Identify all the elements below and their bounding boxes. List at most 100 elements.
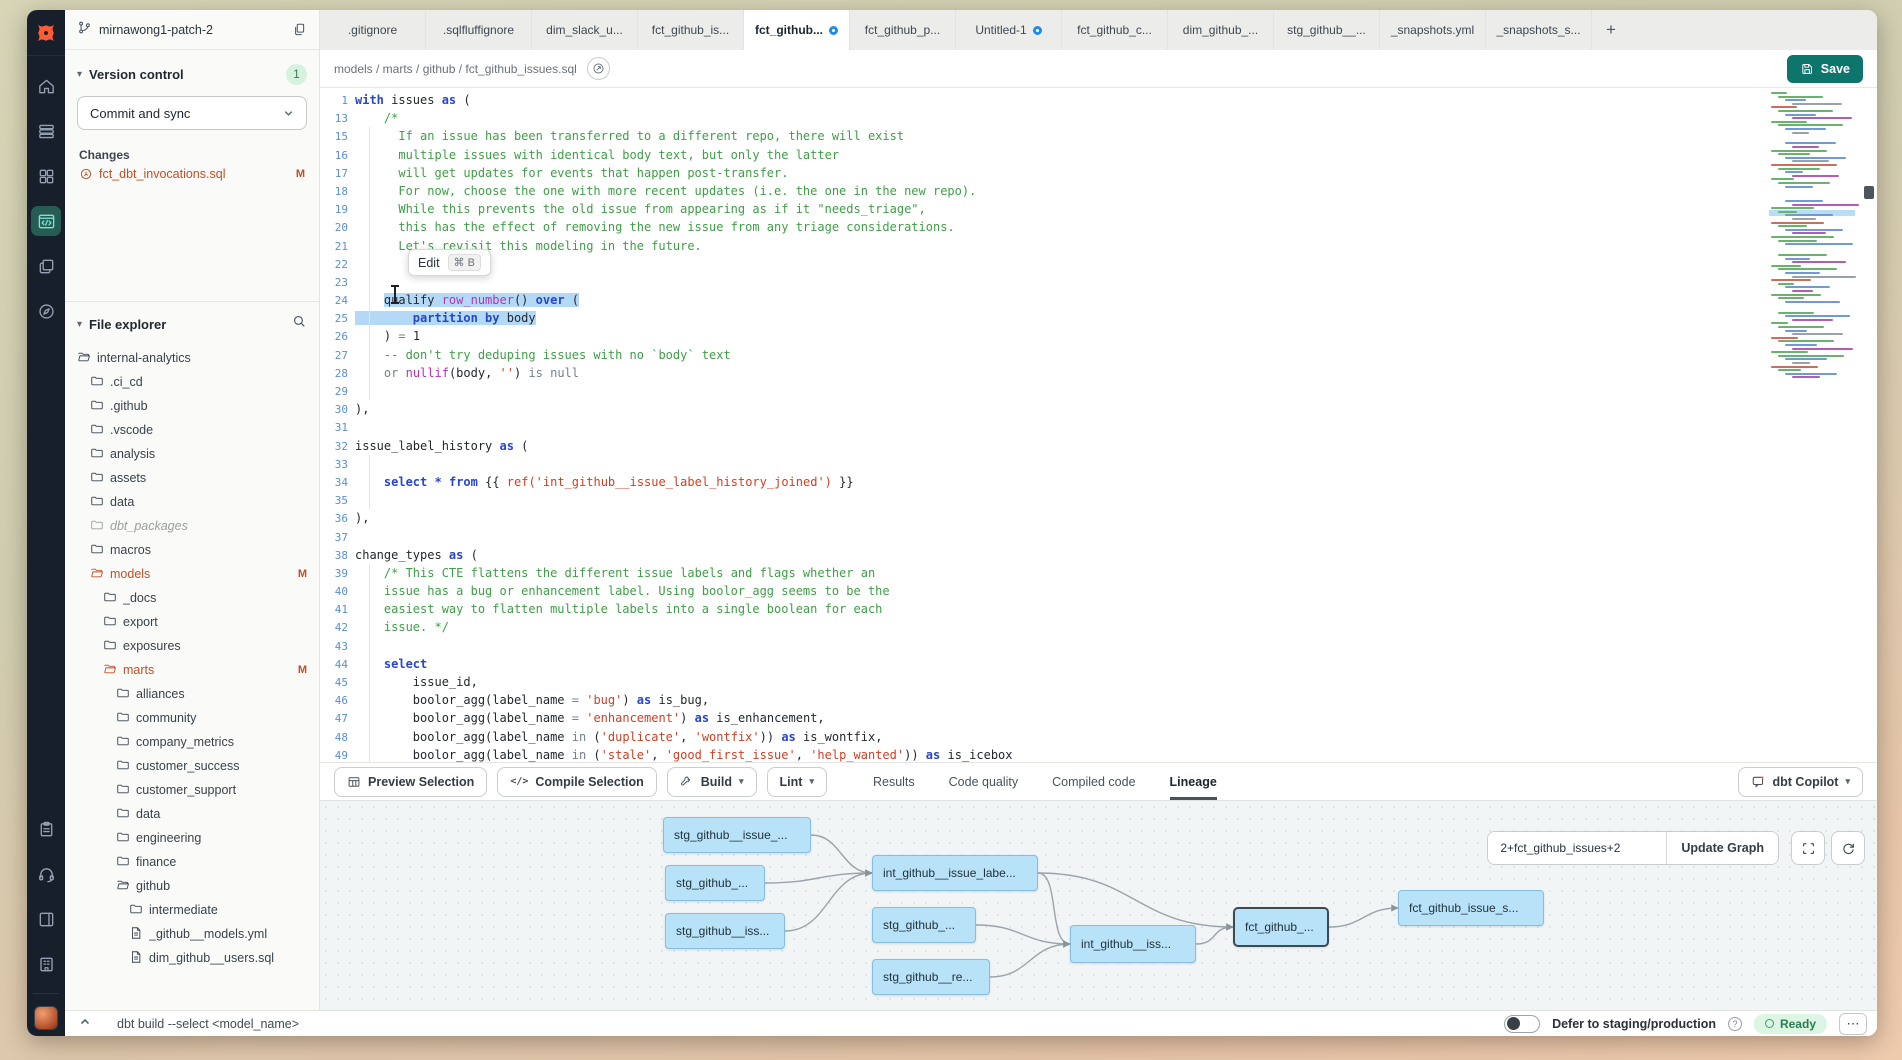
commit-and-sync-button[interactable]: Commit and sync bbox=[77, 96, 307, 130]
tree-item-company-metrics[interactable]: company_metrics bbox=[65, 730, 319, 754]
code-token: select bbox=[384, 657, 427, 671]
tree-item-exposures[interactable]: exposures bbox=[65, 634, 319, 658]
indent-guide bbox=[369, 255, 370, 273]
minimap-line bbox=[1771, 92, 1787, 94]
tree-item-community[interactable]: community bbox=[65, 706, 319, 730]
tab-fct-github[interactable]: fct_github... bbox=[744, 10, 850, 50]
code-token: partition by bbox=[413, 311, 500, 325]
chevron-down-icon: ▾ bbox=[739, 776, 744, 787]
scrollbar-thumb[interactable] bbox=[1864, 186, 1874, 199]
fullscreen-icon[interactable] bbox=[1791, 831, 1825, 865]
view-lineage-icon[interactable] bbox=[587, 57, 610, 80]
tree-item-docs[interactable]: _docs bbox=[65, 586, 319, 610]
dbt-copilot-button[interactable]: dbt Copilot ▾ bbox=[1738, 767, 1863, 797]
tab-snapshots-s[interactable]: _snapshots_s... bbox=[1486, 10, 1592, 50]
result-tab-code-quality[interactable]: Code quality bbox=[949, 763, 1019, 800]
support-icon[interactable] bbox=[31, 859, 61, 889]
minimap-line bbox=[1792, 290, 1813, 292]
tree-item-marts[interactable]: martsM bbox=[65, 658, 319, 682]
explore-icon[interactable] bbox=[31, 296, 61, 326]
lineage-filter-input[interactable] bbox=[1488, 832, 1666, 864]
file-explorer-header[interactable]: ▾ File explorer bbox=[65, 314, 319, 334]
result-tab-lineage[interactable]: Lineage bbox=[1170, 763, 1217, 800]
notes-icon[interactable] bbox=[31, 814, 61, 844]
tree-item-engineering[interactable]: engineering bbox=[65, 826, 319, 850]
lineage-node-int-github-iss[interactable]: int_github__iss... bbox=[1070, 925, 1196, 963]
home-icon[interactable] bbox=[31, 71, 61, 101]
tree-item-vscode[interactable]: .vscode bbox=[65, 418, 319, 442]
tab-gitignore[interactable]: .gitignore bbox=[320, 10, 426, 50]
save-button[interactable]: Save bbox=[1787, 55, 1863, 83]
lineage-node-stg-github-iss[interactable]: stg_github__iss... bbox=[665, 913, 785, 949]
lineage-node-stg-github[interactable]: stg_github_... bbox=[665, 865, 765, 901]
changed-file-row[interactable]: fct_dbt_invocations.sql M bbox=[65, 162, 319, 181]
lineage-panel[interactable]: stg_github__issue_... stg_github_... stg_g… bbox=[320, 800, 1877, 1010]
tree-item-alliances[interactable]: alliances bbox=[65, 682, 319, 706]
tree-item-analysis[interactable]: analysis bbox=[65, 442, 319, 466]
tab-snapshots-yml[interactable]: _snapshots.yml bbox=[1380, 10, 1486, 50]
tree-item-data[interactable]: data bbox=[65, 490, 319, 514]
environments-icon[interactable] bbox=[31, 116, 61, 146]
user-avatar[interactable] bbox=[34, 1006, 58, 1030]
tree-item-customer-support[interactable]: customer_support bbox=[65, 778, 319, 802]
tab-dim-github[interactable]: dim_github_... bbox=[1168, 10, 1274, 50]
apps-grid-icon[interactable] bbox=[31, 161, 61, 191]
command-input[interactable]: dbt build --select <model_name> bbox=[117, 1017, 1492, 1031]
code-editor[interactable]: 1with issues as (13 /*15 If an issue has… bbox=[320, 88, 1877, 762]
tab-dim-slack-u[interactable]: dim_slack_u... bbox=[532, 10, 638, 50]
lineage-node-int-github-issue-labe[interactable]: int_github__issue_labe... bbox=[872, 855, 1038, 891]
update-graph-button[interactable]: Update Graph bbox=[1666, 832, 1778, 864]
refresh-icon[interactable] bbox=[1831, 831, 1865, 865]
lineage-node-stg-github[interactable]: stg_github_... bbox=[872, 907, 976, 943]
tree-item-macros[interactable]: macros bbox=[65, 538, 319, 562]
tab-sqlfluffignore[interactable]: .sqlfluffignore bbox=[426, 10, 532, 50]
tree-item-github[interactable]: .github bbox=[65, 394, 319, 418]
defer-toggle[interactable] bbox=[1504, 1015, 1540, 1033]
edit-popup[interactable]: Edit ⌘ B bbox=[408, 249, 491, 276]
chevron-up-icon[interactable] bbox=[79, 1015, 91, 1033]
code-token: as bbox=[500, 439, 514, 453]
lineage-node-stg-github-re[interactable]: stg_github__re... bbox=[872, 959, 990, 995]
app-window: mirnawong1-patch-2 ▾ Version control 1 C… bbox=[27, 10, 1877, 1036]
lineage-node-fct-github-issue-s[interactable]: fct_github_issue_s... bbox=[1398, 890, 1544, 926]
tree-item-github[interactable]: github bbox=[65, 874, 319, 898]
organization-icon[interactable] bbox=[31, 949, 61, 979]
tree-item-dbt-packages[interactable]: dbt_packages bbox=[65, 514, 319, 538]
tree-item-data[interactable]: data bbox=[65, 802, 319, 826]
tab-fct-github-p[interactable]: fct_github_p... bbox=[850, 10, 956, 50]
result-tab-results[interactable]: Results bbox=[873, 763, 915, 800]
copy-branch-icon[interactable] bbox=[290, 20, 309, 39]
lineage-node-stg-github-issue[interactable]: stg_github__issue_... bbox=[663, 817, 811, 853]
lint-button[interactable]: Lint ▾ bbox=[767, 767, 827, 797]
tree-item-dim-github-users-sql[interactable]: dim_github__users.sql bbox=[65, 946, 319, 970]
tree-item-export[interactable]: export bbox=[65, 610, 319, 634]
orchestration-icon[interactable] bbox=[31, 251, 61, 281]
tab-stg-github[interactable]: stg_github__... bbox=[1274, 10, 1380, 50]
code-token: as bbox=[442, 93, 456, 107]
tree-item-internal-analytics[interactable]: internal-analytics bbox=[65, 346, 319, 370]
ide-icon[interactable] bbox=[31, 206, 61, 236]
tree-item-ci-cd[interactable]: .ci_cd bbox=[65, 370, 319, 394]
new-tab-button[interactable]: + bbox=[1592, 10, 1630, 50]
search-icon[interactable] bbox=[292, 314, 307, 334]
tree-item-assets[interactable]: assets bbox=[65, 466, 319, 490]
build-button[interactable]: Build ▾ bbox=[667, 767, 757, 797]
help-icon[interactable]: ? bbox=[1728, 1017, 1742, 1031]
docs-icon[interactable] bbox=[31, 904, 61, 934]
tree-item-intermediate[interactable]: intermediate bbox=[65, 898, 319, 922]
dbt-logo[interactable] bbox=[27, 10, 65, 56]
more-options-icon[interactable]: ⋯ bbox=[1839, 1013, 1867, 1035]
tree-item-models[interactable]: modelsM bbox=[65, 562, 319, 586]
preview-selection-button[interactable]: Preview Selection bbox=[334, 767, 487, 797]
indent-guide bbox=[369, 582, 370, 600]
tree-item-customer-success[interactable]: customer_success bbox=[65, 754, 319, 778]
tree-item-finance[interactable]: finance bbox=[65, 850, 319, 874]
version-control-header[interactable]: ▾ Version control 1 bbox=[65, 64, 319, 85]
tab-fct-github-is[interactable]: fct_github_is... bbox=[638, 10, 744, 50]
result-tab-compiled-code[interactable]: Compiled code bbox=[1052, 763, 1135, 800]
tab-fct-github-c[interactable]: fct_github_c... bbox=[1062, 10, 1168, 50]
compile-selection-button[interactable]: </> Compile Selection bbox=[497, 767, 656, 797]
tab-untitled-1[interactable]: Untitled-1 bbox=[956, 10, 1062, 50]
lineage-node-fct-github[interactable]: fct_github_... bbox=[1233, 907, 1329, 947]
tree-item-github-models-yml[interactable]: _github__models.yml bbox=[65, 922, 319, 946]
